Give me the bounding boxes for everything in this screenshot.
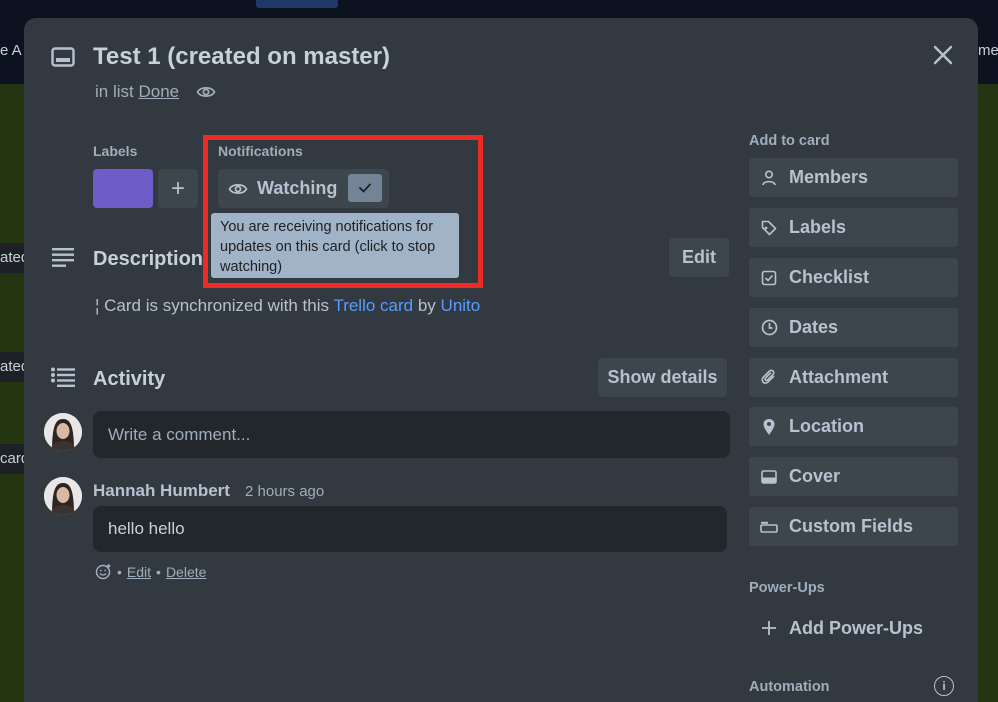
board-top-button[interactable] [256,0,338,8]
checkbox-icon [761,270,777,285]
add-power-ups-label: Add Power-Ups [789,617,924,638]
show-details-button[interactable]: Show details [598,358,727,397]
fields-icon [760,521,778,533]
trello-card-link[interactable]: Trello card [333,296,413,315]
card-icon [51,47,75,67]
pin-icon [763,418,775,435]
user-avatar-icon [44,477,82,515]
separator-dot: • [117,563,122,580]
user-avatar-icon [44,413,82,451]
sidebar-cover-button[interactable]: Cover [749,457,958,496]
add-to-card-heading: Add to card [749,133,830,149]
description-title: Description [93,248,204,270]
sidebar-item-label: Location [789,416,864,436]
card-title[interactable]: Test 1 (created on master) [93,43,390,71]
bg-fragment: ated [0,243,24,273]
delete-comment-link[interactable]: Delete [166,564,206,580]
sidebar-item-label: Cover [789,466,841,486]
description-prefix: ¦ Card is synchronized with this [95,296,330,315]
paperclip-icon [761,369,775,384]
annotation-highlight-box [203,135,483,288]
cover-icon [761,469,777,484]
comment-input[interactable]: Write a comment... [93,411,730,458]
sidebar-item-label: Attachment [789,367,889,387]
avatar[interactable] [44,413,82,451]
sidebar-labels-button[interactable]: Labels [749,208,958,247]
comment-actions: • Edit • Delete [95,563,206,580]
unito-link[interactable]: Unito [441,296,481,315]
sidebar-location-button[interactable]: Location [749,407,958,446]
card-list-info: in list Done [95,82,179,102]
labels-heading: Labels [93,143,138,159]
label-chip[interactable] [93,169,153,208]
add-label-button[interactable]: + [158,169,198,208]
description-text: ¦ Card is synchronized with this Trello … [95,296,480,316]
activity-icon [51,367,75,387]
sidebar-members-button[interactable]: Members [749,158,958,197]
sidebar-item-label: Checklist [789,267,870,287]
bg-fragment: ated [0,352,24,382]
sidebar-checklist-button[interactable]: Checklist [749,258,958,297]
separator-dot: • [156,563,161,580]
person-icon [762,169,776,185]
comment-author[interactable]: Hannah Humbert [93,481,230,501]
bg-fragment: e A [0,42,22,59]
activity-title: Activity [93,368,166,390]
clock-icon [761,319,777,336]
close-icon [933,45,953,65]
board-right-lists [978,84,998,702]
avatar[interactable] [44,477,82,515]
plus-icon [762,621,776,635]
sidebar-custom-fields-button[interactable]: Custom Fields [749,507,958,546]
description-mid: by [417,296,436,315]
card-detail-modal: Test 1 (created on master) in list Done … [24,18,978,702]
bg-fragment: card [0,444,24,474]
sidebar-item-label: Labels [789,217,847,237]
bg-fragment: me [978,42,998,59]
sidebar-dates-button[interactable]: Dates [749,308,958,347]
close-button[interactable] [928,40,958,70]
edit-description-button[interactable]: Edit [669,238,729,277]
tag-icon [761,220,777,235]
edit-comment-link[interactable]: Edit [127,564,151,580]
comment-timestamp[interactable]: 2 hours ago [245,483,324,500]
list-link[interactable]: Done [138,82,179,101]
comment-text: hello hello [93,506,727,552]
power-ups-heading: Power-Ups [749,580,825,596]
sidebar-item-label: Members [789,167,869,187]
automation-heading: Automation [749,679,830,695]
sidebar-item-label: Custom Fields [789,516,914,536]
emoji-reaction-icon[interactable] [95,563,112,580]
info-icon[interactable]: i [934,676,954,696]
add-power-ups-button[interactable]: Add Power-Ups [749,612,958,644]
sidebar-attachment-button[interactable]: Attachment [749,358,958,397]
board-left-lists [0,84,24,702]
eye-icon [196,86,216,98]
sidebar-item-label: Dates [789,317,839,337]
in-list-prefix: in list [95,82,134,101]
description-icon [52,248,74,267]
